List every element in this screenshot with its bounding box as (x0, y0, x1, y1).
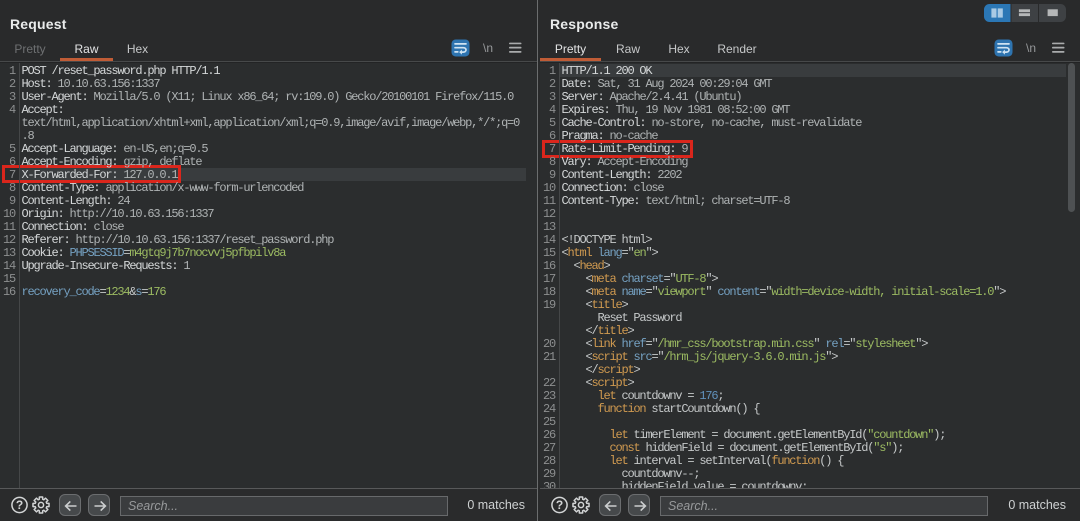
svg-text:?: ? (16, 498, 23, 512)
svg-text:?: ? (556, 498, 563, 512)
